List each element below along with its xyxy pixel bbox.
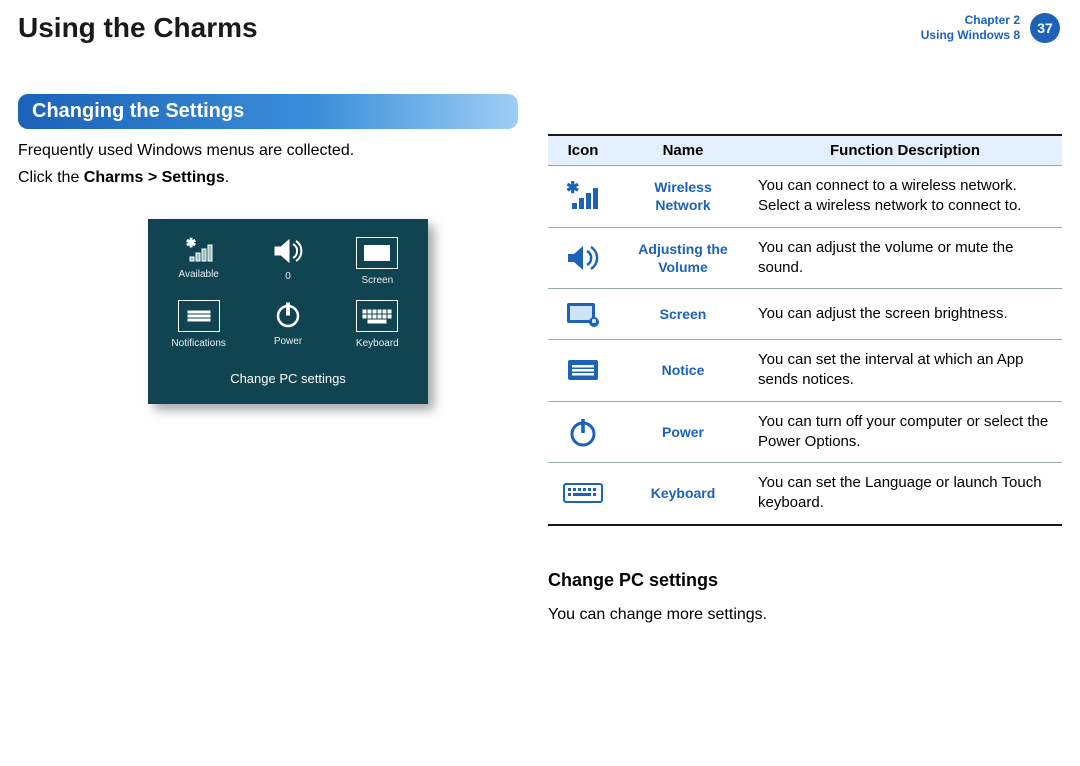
wifi-icon: ✱ [548, 166, 618, 228]
right-column: Icon Name Function Description ✱ [548, 62, 1062, 630]
row-desc: You can set the interval at which an App… [748, 340, 1062, 402]
table-row: Power You can turn off your computer or … [548, 401, 1062, 463]
chapter-line-2: Using Windows 8 [921, 28, 1020, 43]
tile-keyboard[interactable]: Keyboard [337, 296, 418, 351]
keyboard-icon [356, 300, 398, 332]
wifi-icon: ✱ [182, 237, 216, 263]
tile-available[interactable]: ✱ Available [158, 233, 239, 288]
intro-line-2-prefix: Click the [18, 169, 84, 186]
row-name: Wireless Network [618, 166, 748, 228]
row-name: Adjusting the Volume [618, 227, 748, 289]
row-desc: You can adjust the volume or mute the so… [748, 227, 1062, 289]
tile-label: 0 [285, 271, 291, 282]
table-row: Keyboard You can set the Language or lau… [548, 463, 1062, 525]
volume-icon [271, 237, 305, 265]
table-row: Adjusting the Volume You can adjust the … [548, 227, 1062, 289]
page-title: Using the Charms [18, 12, 258, 44]
page-number-badge: 37 [1030, 13, 1060, 43]
function-table: Icon Name Function Description ✱ [548, 134, 1062, 526]
keyboard-icon [548, 463, 618, 525]
chapter-block: Chapter 2 Using Windows 8 [921, 13, 1020, 43]
row-name: Screen [618, 289, 748, 340]
intro-line-2-suffix: . [225, 169, 229, 186]
notifications-icon [178, 300, 220, 332]
row-desc: You can turn off your computer or select… [748, 401, 1062, 463]
screen-icon [356, 237, 398, 269]
settings-panel: ✱ Available [148, 219, 428, 404]
intro-line-1: Frequently used Windows menus are collec… [18, 139, 518, 162]
tile-volume[interactable]: 0 [247, 233, 328, 288]
intro-line-2-bold: Charms > Settings [84, 169, 225, 186]
power-icon [548, 401, 618, 463]
tile-label: Power [274, 336, 302, 347]
power-icon [273, 300, 303, 330]
change-pc-settings-body: You can change more settings. [548, 603, 1062, 626]
row-name: Power [618, 401, 748, 463]
tile-grid: ✱ Available [158, 233, 418, 351]
tile-power[interactable]: Power [247, 296, 328, 351]
screen-icon [548, 289, 618, 340]
svg-text:✱: ✱ [186, 237, 196, 250]
notice-icon [548, 340, 618, 402]
change-pc-settings-link[interactable]: Change PC settings [158, 351, 418, 396]
tile-notifications[interactable]: Notifications [158, 296, 239, 351]
svg-text:✱: ✱ [566, 181, 579, 197]
col-header-desc: Function Description [748, 135, 1062, 166]
col-header-name: Name [618, 135, 748, 166]
chapter-line-1: Chapter 2 [921, 13, 1020, 28]
header-right: Chapter 2 Using Windows 8 37 [921, 13, 1060, 43]
row-desc: You can set the Language or launch Touch… [748, 463, 1062, 525]
content-area: Changing the Settings Frequently used Wi… [0, 62, 1080, 630]
volume-icon [548, 227, 618, 289]
tile-label: Notifications [171, 338, 225, 349]
table-row: Screen You can adjust the screen brightn… [548, 289, 1062, 340]
row-name: Keyboard [618, 463, 748, 525]
row-name: Notice [618, 340, 748, 402]
tile-label: Available [178, 269, 218, 280]
col-header-icon: Icon [548, 135, 618, 166]
page-header: Using the Charms Chapter 2 Using Windows… [0, 0, 1080, 62]
tile-label: Screen [361, 275, 393, 286]
tile-screen[interactable]: Screen [337, 233, 418, 288]
table-row: Notice You can set the interval at which… [548, 340, 1062, 402]
table-header-row: Icon Name Function Description [548, 135, 1062, 166]
row-desc: You can connect to a wireless network. S… [748, 166, 1062, 228]
change-pc-settings-heading: Change PC settings [548, 570, 1062, 591]
table-row: ✱ Wireless Network You can connect to a … [548, 166, 1062, 228]
left-column: Changing the Settings Frequently used Wi… [18, 62, 518, 630]
row-desc: You can adjust the screen brightness. [748, 289, 1062, 340]
intro-line-2: Click the Charms > Settings. [18, 166, 518, 189]
section-heading-bar: Changing the Settings [18, 94, 518, 129]
tile-label: Keyboard [356, 338, 399, 349]
